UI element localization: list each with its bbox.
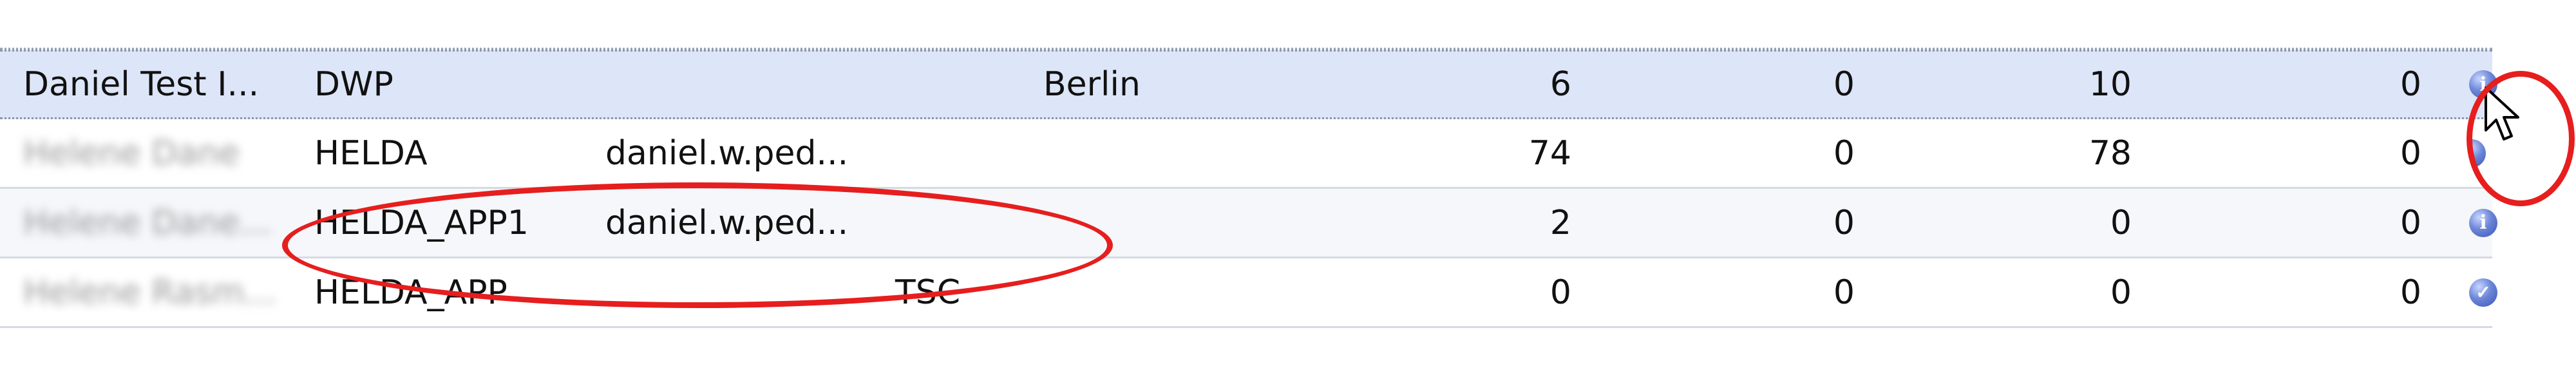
count-cell-4: 0 — [2400, 203, 2421, 242]
table-row[interactable]: Helene Dane HELDA daniel.w.ped... 74 0 7… — [0, 119, 2492, 189]
table-row[interactable]: Helene Rasm... HELDA_APP TSC 0 0 0 0 ✓ — [0, 258, 2497, 328]
table-row[interactable]: Daniel Test I... DWP Berlin 6 0 10 0 i — [0, 50, 2497, 119]
location-cell — [895, 119, 1230, 187]
count-cell-4: 0 — [2400, 65, 2421, 104]
name-cell: Helene Rasm... — [23, 273, 277, 312]
user-table: Daniel Test I... DWP Berlin 6 0 10 0 i H… — [0, 48, 2497, 328]
count-cell-2: 0 — [1833, 203, 1855, 242]
count-cell-1: 6 — [1549, 65, 1571, 104]
group-cell: HELDA_APP1 — [314, 203, 529, 242]
count-cell-2: 0 — [1833, 273, 1855, 312]
count-cell-3: 0 — [2110, 203, 2132, 242]
email-cell: daniel.w.ped... — [605, 133, 849, 173]
group-cell: DWP — [314, 65, 393, 104]
email-cell: daniel.w.ped... — [605, 203, 849, 242]
screenshot-stage: Daniel Test I... DWP Berlin 6 0 10 0 i H… — [0, 0, 2576, 368]
email-cell — [605, 52, 876, 117]
group-cell: HELDA — [314, 133, 428, 173]
location-cell — [895, 189, 1230, 257]
info-icon[interactable]: i — [2469, 208, 2497, 237]
count-cell-3: 78 — [2088, 133, 2132, 173]
count-cell-4: 0 — [2400, 273, 2421, 312]
group-cell: HELDA_APP — [314, 273, 507, 312]
mouse-cursor-icon — [2485, 86, 2519, 140]
count-cell-1: 74 — [1528, 133, 1571, 173]
count-cell-1: 2 — [1549, 203, 1571, 242]
count-cell-1: 0 — [1549, 273, 1571, 312]
name-cell: Helene Dane — [23, 133, 240, 173]
count-cell-2: 0 — [1833, 133, 1855, 173]
count-cell-3: 0 — [2110, 273, 2132, 312]
count-cell-3: 10 — [2088, 65, 2132, 104]
table-row[interactable]: Helene Dane... HELDA_APP1 daniel.w.ped..… — [0, 189, 2497, 258]
email-cell — [605, 258, 876, 326]
info-icon-button[interactable]: i — [2464, 189, 2503, 257]
name-cell: Helene Dane... — [23, 203, 272, 242]
count-cell-2: 0 — [1833, 65, 1855, 104]
info-icon[interactable] — [2472, 139, 2486, 168]
location-cell: TSC — [895, 273, 961, 312]
location-cell: Berlin — [1043, 65, 1141, 104]
count-cell-4: 0 — [2400, 133, 2421, 173]
check-icon-button[interactable]: ✓ — [2464, 258, 2503, 326]
check-icon[interactable]: ✓ — [2469, 278, 2497, 307]
name-cell: Daniel Test I... — [23, 65, 260, 104]
